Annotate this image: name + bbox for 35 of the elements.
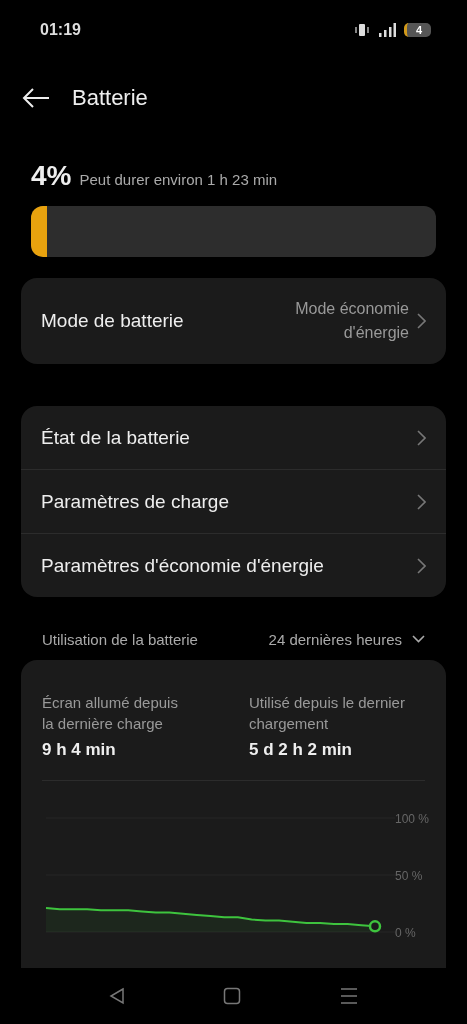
stat-label: Utilisé depuis le dernier chargement bbox=[249, 693, 406, 734]
settings-row[interactable]: État de la batterie bbox=[21, 406, 446, 469]
status-time: 01:19 bbox=[40, 21, 81, 39]
row-label: Mode de batterie bbox=[41, 310, 184, 332]
stat-label: Écran allumé depuis la dernière charge bbox=[42, 693, 179, 734]
stat-value: 9 h 4 min bbox=[42, 740, 117, 760]
home-nav-button[interactable] bbox=[223, 987, 242, 1005]
row-label: Paramètres de charge bbox=[41, 490, 229, 513]
chevron-right-icon bbox=[417, 313, 426, 329]
chevron-right-icon bbox=[417, 493, 426, 510]
back-button[interactable] bbox=[22, 86, 50, 109]
vibrate-icon bbox=[353, 23, 370, 37]
axis-label: 50 % bbox=[395, 869, 423, 883]
axis-label: 100 % bbox=[395, 812, 430, 826]
chevron-right-icon bbox=[417, 429, 426, 446]
signal-icon bbox=[377, 23, 396, 37]
page-title: Batterie bbox=[72, 84, 148, 111]
settings-row[interactable]: Paramètres de charge bbox=[21, 469, 446, 533]
battery-indicator: 4 bbox=[403, 23, 431, 37]
back-nav-button[interactable] bbox=[109, 987, 126, 1005]
menu-nav-button[interactable] bbox=[339, 987, 358, 1005]
row-label: État de la batterie bbox=[41, 426, 190, 449]
row-label: Paramètres d'économie d'énergie bbox=[41, 554, 324, 577]
battery-estimate: Peut durer environ 1 h 23 min bbox=[79, 171, 278, 188]
settings-row[interactable]: Paramètres d'économie d'énergie bbox=[21, 533, 446, 597]
current-point-marker bbox=[368, 920, 382, 933]
battery-percent: 4% bbox=[31, 160, 72, 192]
axis-label: 0 % bbox=[395, 926, 416, 940]
stat-value: 5 d 2 h 2 min bbox=[249, 740, 353, 760]
row-value: Mode économie d'énergie bbox=[294, 299, 409, 343]
battery-mode-row[interactable]: Mode de batterie Mode économie d'énergie bbox=[21, 278, 446, 364]
section-title: Utilisation de la batterie bbox=[42, 630, 198, 648]
period-dropdown[interactable]: 24 dernières heures bbox=[268, 630, 425, 648]
caret-icon bbox=[412, 635, 425, 643]
chevron-right-icon bbox=[417, 557, 426, 574]
